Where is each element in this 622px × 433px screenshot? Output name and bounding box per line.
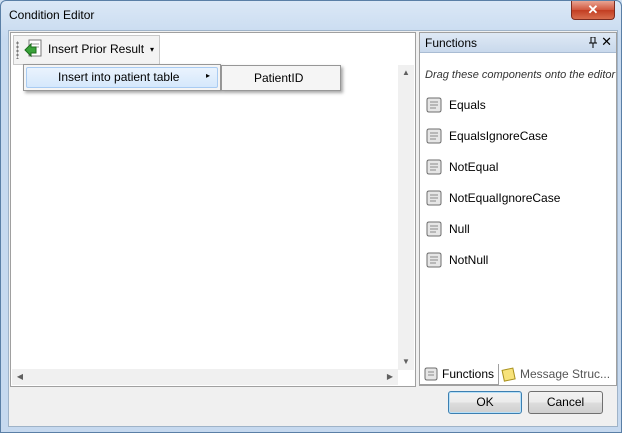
tab-message-structure-label: Message Struc... <box>520 367 611 381</box>
tab-functions[interactable]: Functions <box>419 364 499 385</box>
chevron-down-icon: ▾ <box>150 44 155 54</box>
menu-item-label: Insert into patient table <box>58 70 180 84</box>
patient-table-submenu: PatientID <box>221 65 341 91</box>
function-item[interactable]: Equals <box>424 94 486 116</box>
condition-editor-canvas[interactable]: Insert Prior Result ▾ ▲ ▼ ◀ ▶ Insert int… <box>10 32 416 387</box>
scroll-icon <box>426 252 442 268</box>
function-label: EqualsIgnoreCase <box>449 129 548 143</box>
tab-message-structure[interactable]: Message Struc... <box>498 364 614 384</box>
toolbar-grip[interactable] <box>16 41 19 59</box>
scroll-icon <box>426 128 442 144</box>
chevron-right-icon: ▸ <box>205 71 210 80</box>
editor-horizontal-scrollbar[interactable]: ◀ ▶ <box>12 369 398 385</box>
pin-icon[interactable] <box>588 37 598 49</box>
client-area: Insert Prior Result ▾ ▲ ▼ ◀ ▶ Insert int… <box>8 30 618 427</box>
function-item[interactable]: NotEqualIgnoreCase <box>424 187 560 209</box>
menu-item-insert-into-patient-table[interactable]: Insert into patient table ▸ <box>26 67 218 88</box>
function-label: Null <box>449 222 470 236</box>
close-icon: ✕ <box>587 2 599 17</box>
submenu-item-patientid[interactable]: PatientID <box>254 71 303 85</box>
scroll-icon <box>426 97 442 113</box>
editor-vertical-scrollbar[interactable]: ▲ ▼ <box>398 65 414 370</box>
insert-dropdown-menu: Insert into patient table ▸ <box>23 64 221 91</box>
insert-prior-result-button[interactable]: Insert Prior Result ▾ <box>22 38 154 60</box>
title-bar[interactable]: Condition Editor ✕ <box>1 1 621 29</box>
close-icon[interactable]: ✕ <box>601 34 612 50</box>
scroll-left-icon[interactable]: ◀ <box>12 369 28 385</box>
function-label: NotEqualIgnoreCase <box>449 191 561 205</box>
tab-functions-label: Functions <box>442 367 495 381</box>
function-item[interactable]: EqualsIgnoreCase <box>424 125 548 147</box>
scroll-down-icon[interactable]: ▼ <box>398 354 414 370</box>
scroll-up-icon[interactable]: ▲ <box>398 65 414 81</box>
window-close-button[interactable]: ✕ <box>571 1 615 20</box>
cancel-button[interactable]: Cancel <box>528 391 603 414</box>
insert-prior-result-label: Insert Prior Result <box>48 42 145 56</box>
scroll-right-icon[interactable]: ▶ <box>382 369 398 385</box>
condition-editor-window: Condition Editor ✕ Insert Prior Result ▾ <box>0 0 622 433</box>
insert-prior-result-icon <box>24 39 42 58</box>
function-item[interactable]: NotNull <box>424 249 488 271</box>
function-item[interactable]: Null <box>424 218 470 240</box>
ok-button[interactable]: OK <box>448 391 522 414</box>
functions-panel-header: Functions ✕ <box>420 33 616 53</box>
scroll-icon <box>426 221 442 237</box>
scroll-icon <box>426 159 442 175</box>
scroll-icon <box>424 367 438 381</box>
functions-panel-hint: Drag these components onto the editor <box>425 69 616 81</box>
editor-toolbar: Insert Prior Result ▾ <box>13 35 160 65</box>
function-label: Equals <box>449 98 486 112</box>
function-label: NotEqual <box>449 160 499 174</box>
function-label: NotNull <box>449 253 489 267</box>
functions-panel: Functions ✕ Drag these components onto t… <box>419 32 617 386</box>
panel-tab-strip: Functions Message Struc... <box>419 364 617 386</box>
window-title: Condition Editor <box>9 8 95 22</box>
function-item[interactable]: NotEqual <box>424 156 498 178</box>
note-icon <box>501 367 516 382</box>
scroll-icon <box>426 190 442 206</box>
functions-panel-title: Functions <box>425 36 478 50</box>
